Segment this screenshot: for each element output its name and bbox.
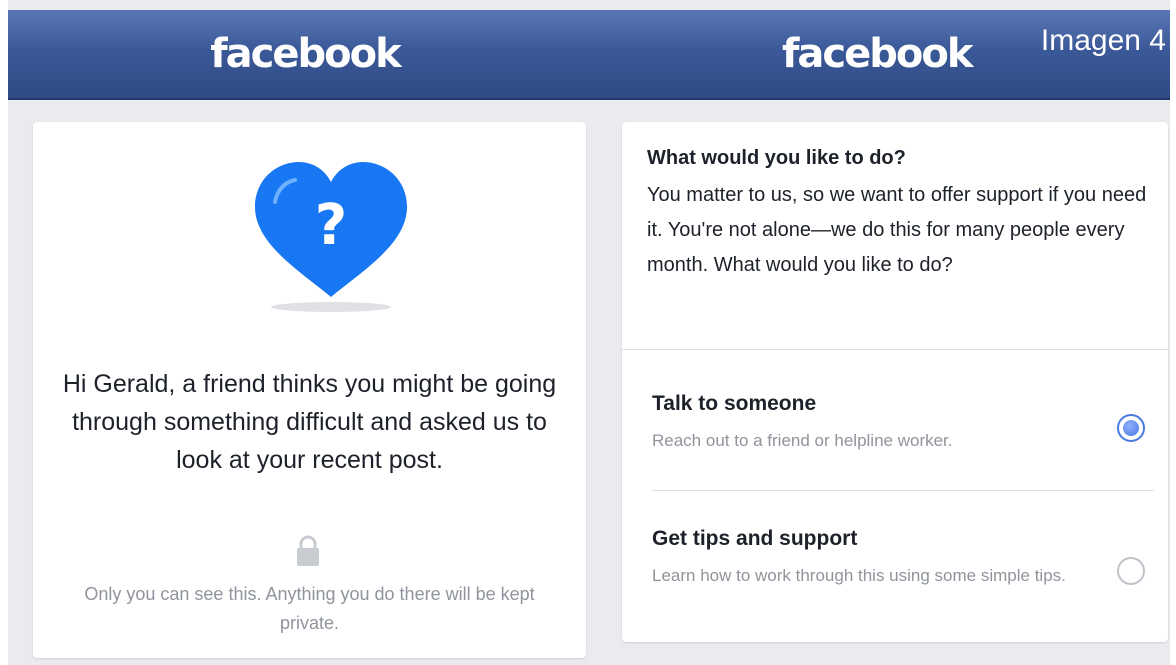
- concern-message: Hi Gerald, a friend thinks you might be …: [62, 370, 557, 474]
- support-options-card: What would you like to do? You matter to…: [622, 122, 1168, 642]
- svg-text:?: ?: [315, 193, 347, 258]
- heart-question-icon: ?: [255, 162, 407, 312]
- option-title: Get tips and support: [652, 527, 858, 550]
- lock-icon: [297, 535, 319, 566]
- radio-talk-to-someone[interactable]: [1117, 414, 1145, 442]
- top-bar: facebook: [8, 10, 602, 100]
- facebook-logo: facebook: [782, 31, 973, 77]
- option-talk-to-someone[interactable]: Talk to someone Reach out to a friend or…: [622, 382, 1168, 492]
- option-title: Talk to someone: [652, 392, 817, 415]
- left-screen: facebook ? Hi Gerald, a friend thinks yo…: [8, 0, 602, 665]
- question-title: What would you like to do?: [647, 147, 906, 169]
- option-description: Learn how to work through this using som…: [652, 566, 1066, 585]
- question-body: You matter to us, so we want to offer su…: [647, 184, 1147, 276]
- divider: [622, 349, 1168, 350]
- divider: [652, 490, 1154, 491]
- facebook-logo: facebook: [210, 31, 401, 77]
- top-bar: facebook Imagen 4: [602, 10, 1170, 100]
- option-description: Reach out to a friend or helpline worker…: [652, 431, 953, 450]
- radio-get-tips-and-support[interactable]: [1117, 557, 1145, 585]
- right-screen: facebook Imagen 4 What would you like to…: [602, 0, 1170, 665]
- friend-concern-card: ? Hi Gerald, a friend thinks you might b…: [33, 122, 586, 658]
- option-get-tips-and-support[interactable]: Get tips and support Learn how to work t…: [622, 517, 1168, 627]
- privacy-note: Only you can see this. Anything you do t…: [84, 584, 535, 633]
- image-caption: Imagen 4: [1040, 24, 1166, 57]
